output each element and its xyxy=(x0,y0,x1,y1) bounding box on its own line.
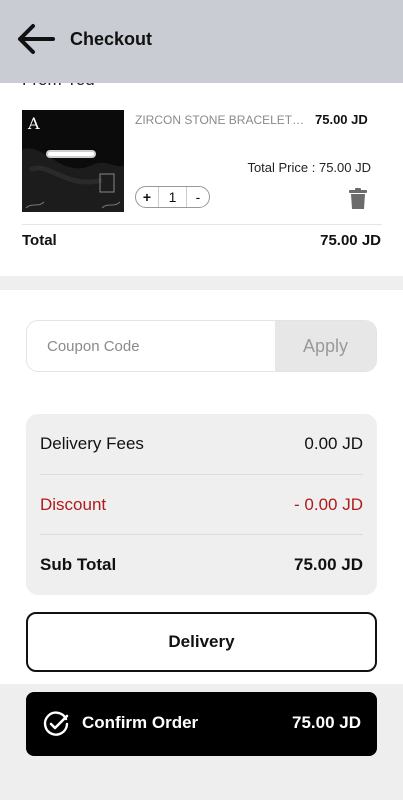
confirm-order-label: Confirm Order xyxy=(82,713,199,732)
check-circle-icon xyxy=(43,711,69,736)
confirm-order-button[interactable]: Confirm Order 75.00 JD xyxy=(26,692,377,756)
confirm-order-amount: 75.00 JD xyxy=(292,713,361,732)
discount-row: Discount - 0.00 JD xyxy=(40,474,363,534)
arrow-left-icon xyxy=(18,24,55,54)
delivery-fees-row: Delivery Fees 0.00 JD xyxy=(40,414,363,474)
top-bar: Checkout xyxy=(0,0,403,83)
cart-total-label: Total xyxy=(22,232,57,249)
subtotal-label: Sub Total xyxy=(40,554,117,574)
page-title: Checkout xyxy=(70,29,153,49)
coupon-box: Apply xyxy=(26,320,377,372)
item-total-price: Total Price : 75.00 JD xyxy=(247,160,371,175)
order-summary: Delivery Fees 0.00 JD Discount - 0.00 JD… xyxy=(26,414,377,595)
quantity-value: 1 xyxy=(158,187,187,207)
delivery-fees-label: Delivery Fees xyxy=(40,434,144,453)
product-name[interactable]: ZIRCON STONE BRACELETZ... xyxy=(135,113,307,127)
apply-coupon-button[interactable]: Apply xyxy=(275,321,376,371)
back-button[interactable] xyxy=(16,22,56,56)
delivery-button[interactable]: Delivery xyxy=(26,612,377,672)
brand-logo-mark: A xyxy=(28,114,40,133)
trash-icon xyxy=(349,188,367,209)
divider xyxy=(22,224,382,225)
coupon-input[interactable] xyxy=(27,321,276,371)
decrease-quantity-button[interactable]: - xyxy=(187,187,209,207)
discount-label: Discount xyxy=(40,494,107,514)
quantity-stepper: + 1 - xyxy=(135,186,210,208)
product-price: 75.00 JD xyxy=(315,112,368,127)
discount-value: - 0.00 JD xyxy=(294,494,363,514)
increase-quantity-button[interactable]: + xyxy=(136,187,158,207)
subtotal-value: 75.00 JD xyxy=(294,554,363,574)
cart-total-value: 75.00 JD xyxy=(320,232,381,249)
subtotal-row: Sub Total 75.00 JD xyxy=(40,534,363,594)
section-separator xyxy=(0,276,403,290)
delivery-fees-value: 0.00 JD xyxy=(304,434,363,453)
product-image[interactable]: A xyxy=(22,110,124,212)
delete-item-button[interactable] xyxy=(348,188,368,210)
